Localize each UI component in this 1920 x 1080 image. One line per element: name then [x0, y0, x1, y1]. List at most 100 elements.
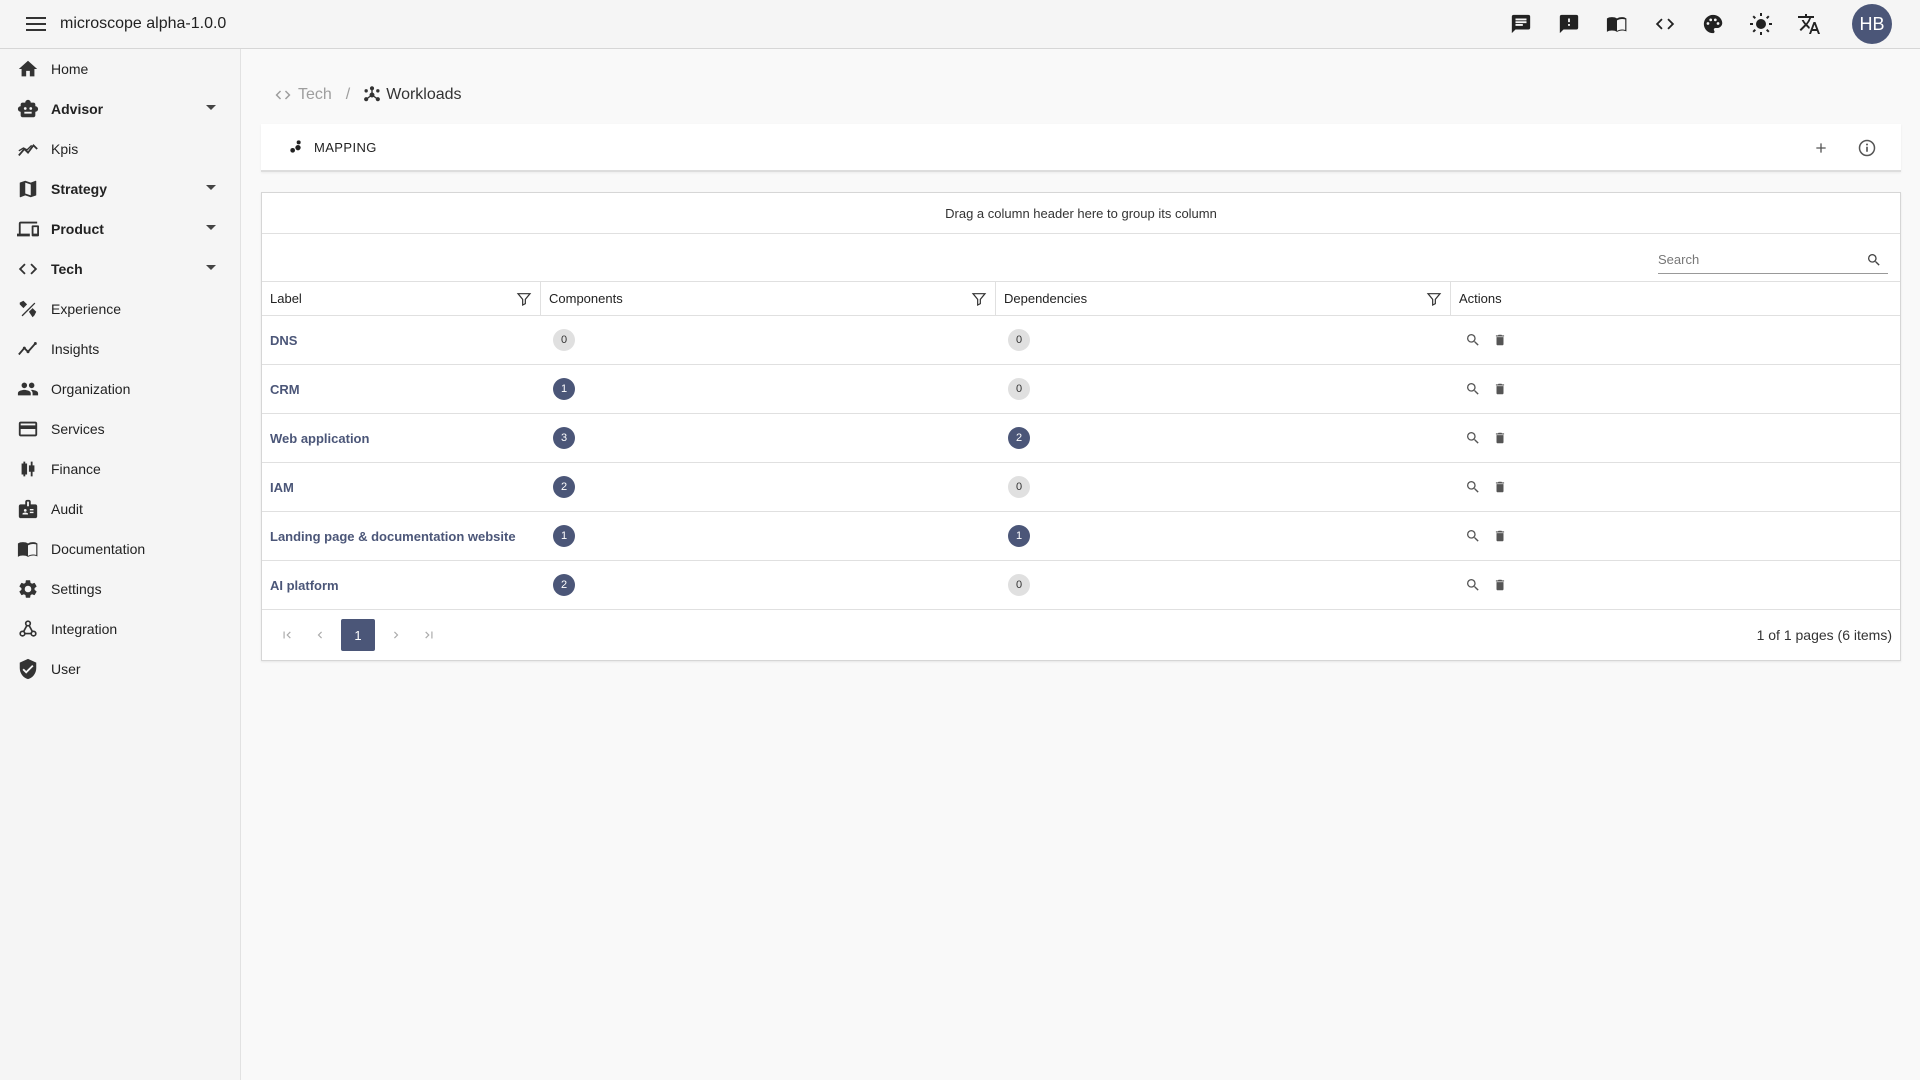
components-count-badge: 2: [553, 476, 575, 498]
filter-icon[interactable]: [516, 291, 532, 307]
add-icon[interactable]: [1809, 136, 1833, 160]
table-row[interactable]: Web application 3 2: [262, 414, 1900, 463]
audit-icon: [16, 497, 40, 521]
delete-icon[interactable]: [1489, 574, 1511, 596]
gear-icon: [16, 577, 40, 601]
delete-icon[interactable]: [1489, 378, 1511, 400]
cell-actions: [1451, 414, 1900, 462]
column-header-text: Dependencies: [1004, 291, 1088, 306]
view-details-icon[interactable]: [1462, 574, 1484, 596]
sidebar-item-organization[interactable]: Organization: [0, 369, 240, 409]
table-row[interactable]: IAM 2 0: [262, 463, 1900, 512]
sidebar-item-label: Integration: [51, 621, 118, 637]
cell-label: Landing page & documentation website: [262, 512, 541, 560]
view-details-icon[interactable]: [1462, 427, 1484, 449]
prev-page-icon[interactable]: [308, 623, 332, 647]
table-row[interactable]: AI platform 2 0: [262, 561, 1900, 610]
design-tools-icon: [16, 297, 40, 321]
sidebar-item-advisor[interactable]: Advisor: [0, 89, 240, 129]
tab-mapping[interactable]: MAPPING: [288, 139, 377, 155]
sidebar-item-label: Product: [51, 221, 104, 237]
sidebar-item-strategy[interactable]: Strategy: [0, 169, 240, 209]
hamburger-menu-icon[interactable]: [24, 12, 48, 36]
search-box: [1658, 246, 1888, 274]
group-panel[interactable]: Drag a column header here to group its c…: [262, 193, 1900, 234]
cell-dependencies: 2: [996, 414, 1451, 462]
chevron-down-icon[interactable]: [206, 105, 216, 110]
components-count-badge: 3: [553, 427, 575, 449]
workload-link[interactable]: Landing page & documentation website: [270, 529, 516, 544]
sidebar-item-insights[interactable]: Insights: [0, 329, 240, 369]
table-row[interactable]: Landing page & documentation website 1 1: [262, 512, 1900, 561]
delete-icon[interactable]: [1489, 329, 1511, 351]
first-page-icon[interactable]: [275, 623, 299, 647]
palette-icon[interactable]: [1700, 11, 1726, 37]
workloads-icon: [362, 85, 382, 105]
view-details-icon[interactable]: [1462, 378, 1484, 400]
view-details-icon[interactable]: [1462, 329, 1484, 351]
info-icon[interactable]: [1855, 136, 1879, 160]
table-row[interactable]: DNS 0 0: [262, 316, 1900, 365]
avatar[interactable]: HB: [1852, 4, 1892, 44]
column-header-dependencies[interactable]: Dependencies: [996, 282, 1451, 315]
theme-brightness-icon[interactable]: [1748, 11, 1774, 37]
search-input[interactable]: [1658, 252, 1858, 267]
filter-icon[interactable]: [971, 291, 987, 307]
workload-link[interactable]: DNS: [270, 333, 297, 348]
chat-icon[interactable]: [1508, 11, 1534, 37]
feedback-icon[interactable]: [1556, 11, 1582, 37]
sidebar-item-services[interactable]: Services: [0, 409, 240, 449]
sidebar-item-label: Tech: [51, 261, 83, 277]
sidebar-item-finance[interactable]: Finance: [0, 449, 240, 489]
table-row[interactable]: CRM 1 0: [262, 365, 1900, 414]
sidebar-item-label: User: [51, 661, 81, 677]
page-number-button[interactable]: 1: [341, 619, 375, 651]
workload-link[interactable]: Web application: [270, 431, 369, 446]
sidebar-item-tech[interactable]: Tech: [0, 249, 240, 289]
column-header-label[interactable]: Label: [262, 282, 541, 315]
sidebar-item-documentation[interactable]: Documentation: [0, 529, 240, 569]
delete-icon[interactable]: [1489, 525, 1511, 547]
robot-icon: [16, 97, 40, 121]
translate-icon[interactable]: [1796, 11, 1822, 37]
breadcrumb-parent-label: Tech: [298, 86, 332, 103]
card-icon: [16, 417, 40, 441]
sidebar-item-settings[interactable]: Settings: [0, 569, 240, 609]
breadcrumb-separator: /: [345, 86, 351, 103]
sidebar-item-label: Advisor: [51, 101, 104, 117]
dependencies-count-badge: 0: [1008, 574, 1030, 596]
chevron-down-icon[interactable]: [206, 225, 216, 230]
page-title: Workloads: [386, 86, 462, 103]
chevron-down-icon[interactable]: [206, 185, 216, 190]
sidebar-item-user[interactable]: User: [0, 649, 240, 689]
sidebar-item-home[interactable]: Home: [0, 49, 240, 89]
workload-link[interactable]: IAM: [270, 480, 294, 495]
view-details-icon[interactable]: [1462, 525, 1484, 547]
last-page-icon[interactable]: [417, 623, 441, 647]
search-icon[interactable]: [1866, 252, 1882, 268]
column-header-components[interactable]: Components: [541, 282, 996, 315]
cell-actions: [1451, 463, 1900, 511]
dependencies-count-badge: 1: [1008, 525, 1030, 547]
filter-icon[interactable]: [1426, 291, 1442, 307]
delete-icon[interactable]: [1489, 476, 1511, 498]
workload-link[interactable]: AI platform: [270, 578, 339, 593]
breadcrumb-item-tech[interactable]: Tech: [274, 86, 332, 104]
cell-dependencies: 0: [996, 463, 1451, 511]
grid-toolbar: [262, 234, 1900, 282]
sidebar-item-product[interactable]: Product: [0, 209, 240, 249]
sidebar-item-audit[interactable]: Audit: [0, 489, 240, 529]
delete-icon[interactable]: [1489, 427, 1511, 449]
book-icon[interactable]: [1604, 11, 1630, 37]
sidebar-item-integration[interactable]: Integration: [0, 609, 240, 649]
view-details-icon[interactable]: [1462, 476, 1484, 498]
workload-link[interactable]: CRM: [270, 382, 300, 397]
next-page-icon[interactable]: [384, 623, 408, 647]
chevron-down-icon[interactable]: [206, 265, 216, 270]
cell-components: 0: [541, 316, 996, 364]
code-icon[interactable]: [1652, 11, 1678, 37]
book-icon: [16, 537, 40, 561]
webhook-icon: [16, 617, 40, 641]
sidebar-item-kpis[interactable]: Kpis: [0, 129, 240, 169]
sidebar-item-experience[interactable]: Experience: [0, 289, 240, 329]
